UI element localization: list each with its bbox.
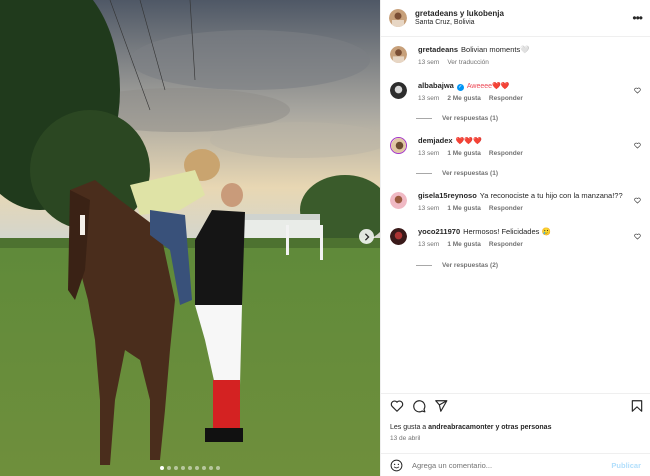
post-header: gretadeans y lukobenja Santa Cruz, Boliv… <box>381 0 650 37</box>
carousel-dot <box>167 466 171 470</box>
like-comment-heart-icon[interactable] <box>634 233 641 240</box>
likes-summary[interactable]: Les gusta a andreabracamonter y otras pe… <box>390 424 551 431</box>
publish-button[interactable]: Publicar <box>611 461 641 470</box>
like-comment-heart-icon[interactable] <box>634 142 641 149</box>
comment-user[interactable]: yoco211970 <box>418 227 460 236</box>
comment-time[interactable]: 13 sem <box>418 150 439 157</box>
comment-user[interactable]: gretadeans <box>418 45 458 54</box>
reply-button[interactable]: Responder <box>489 241 523 248</box>
comment-user[interactable]: gisela15reynoso <box>418 191 477 200</box>
reply-button[interactable]: Responder <box>489 205 523 212</box>
like-comment-heart-icon[interactable] <box>634 197 641 204</box>
carousel-dot <box>195 466 199 470</box>
carousel-dot <box>160 466 164 470</box>
share-icon[interactable] <box>434 399 448 413</box>
avatar[interactable] <box>390 137 407 154</box>
comment-item: yoco211970 Hermosos! Felicidades 🥲 13 sem… <box>390 227 644 248</box>
carousel-dot <box>181 466 185 470</box>
author-avatar[interactable] <box>389 9 407 27</box>
comment-text: Hermosos! Felicidades 🥲 <box>463 227 551 236</box>
comment-text: ❤️❤️❤️ <box>455 138 482 145</box>
view-replies-button[interactable]: Ver respuestas (1) <box>416 115 498 122</box>
post-date[interactable]: 13 de abril <box>390 435 420 442</box>
add-comment-bar: Publicar <box>381 453 650 476</box>
chevron-right-icon <box>364 232 370 241</box>
comment-time[interactable]: 13 sem <box>418 241 439 248</box>
photo-image <box>0 0 380 476</box>
comment-item: albabajwa ✓ Aweeee❤️❤️ 13 sem 2 Me gusta Res… <box>390 81 644 102</box>
comment-user[interactable]: albabajwa <box>418 81 454 90</box>
comment-likes[interactable]: 1 Me gusta <box>447 205 481 212</box>
avatar[interactable] <box>390 228 407 245</box>
post-location[interactable]: Santa Cruz, Bolivia <box>415 19 504 27</box>
post-details-panel: gretadeans y lukobenja Santa Cruz, Boliv… <box>380 0 650 476</box>
avatar[interactable] <box>390 82 407 99</box>
comment-text: Aweeee❤️❤️ <box>466 83 510 90</box>
heart-icon[interactable] <box>390 399 404 413</box>
carousel-dot <box>188 466 192 470</box>
reply-button[interactable]: Responder <box>489 95 523 102</box>
comment-time[interactable]: 13 sem <box>418 59 439 66</box>
likes-suffix[interactable]: y otras personas <box>494 424 551 431</box>
comment-time[interactable]: 13 sem <box>418 95 439 102</box>
caption: gretadeans Bolivian moments🤍 13 sem Ver tr… <box>390 45 644 66</box>
view-replies-button[interactable]: Ver respuestas (1) <box>416 170 498 177</box>
carousel-dot <box>209 466 213 470</box>
comment-item: gisela15reynoso Ya reconociste a tu hijo … <box>390 191 644 212</box>
avatar[interactable] <box>390 192 407 209</box>
carousel-dot <box>174 466 178 470</box>
avatar[interactable] <box>390 46 407 63</box>
comment-text: Ya reconociste a tu hijo con la manzana!… <box>479 191 623 200</box>
like-comment-heart-icon[interactable] <box>634 87 641 94</box>
comments-list: gretadeans Bolivian moments🤍 13 sem Ver tr… <box>381 37 650 393</box>
post-photo[interactable] <box>0 0 380 476</box>
view-replies-button[interactable]: Ver respuestas (2) <box>416 262 498 269</box>
likes-prefix: Les gusta a <box>390 424 429 431</box>
next-image-button[interactable] <box>359 229 374 244</box>
comment-text: Bolivian moments🤍 <box>461 45 530 54</box>
bookmark-icon[interactable] <box>630 399 644 413</box>
comment-item: demjadex ❤️❤️❤️ 13 sem 1 Me gusta Responder <box>390 136 644 157</box>
carousel-dots <box>0 466 380 470</box>
comment-input[interactable] <box>412 460 612 470</box>
more-icon[interactable]: ••• <box>632 12 643 24</box>
likes-user[interactable]: andreabracamonter <box>428 424 493 431</box>
verified-badge-icon: ✓ <box>456 84 464 91</box>
comment-likes[interactable]: 2 Me gusta <box>447 95 481 102</box>
carousel-dot <box>202 466 206 470</box>
emoji-icon[interactable] <box>390 459 403 472</box>
post-author[interactable]: gretadeans y lukobenja <box>415 9 504 19</box>
carousel-dot <box>216 466 220 470</box>
reply-button[interactable]: Responder <box>489 150 523 157</box>
comment-likes[interactable]: 1 Me gusta <box>447 150 481 157</box>
comment-user[interactable]: demjadex <box>418 136 453 145</box>
post-actions: Les gusta a andreabracamonter y otras pe… <box>381 393 650 453</box>
translate-link[interactable]: Ver traducción <box>447 59 489 66</box>
comment-icon[interactable] <box>412 399 426 413</box>
comment-time[interactable]: 13 sem <box>418 205 439 212</box>
comment-likes[interactable]: 1 Me gusta <box>447 241 481 248</box>
